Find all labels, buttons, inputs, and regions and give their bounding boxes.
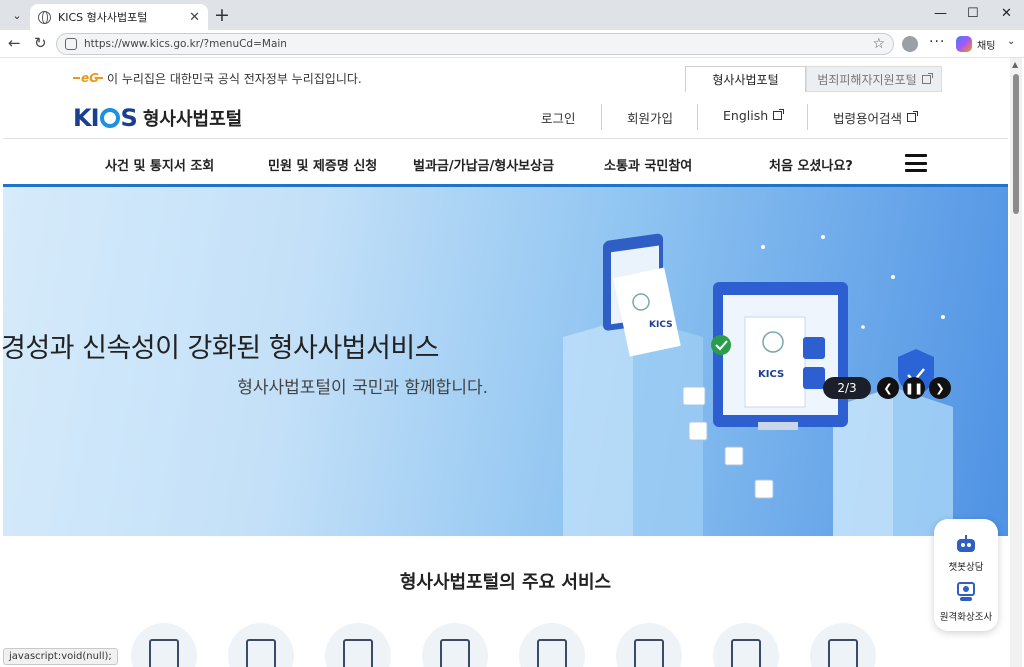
reload-icon[interactable]: ↻ (34, 34, 47, 52)
gov-notice-text: 이 누리집은 대한민국 공식 전자정부 누리집입니다. (107, 72, 362, 86)
hero-title: 경성과 신속성이 강화된 형사사법서비스 (3, 333, 440, 364)
tab-title: KICS 형사사법포털 (58, 11, 148, 24)
browser-tabbar: ⌄ KICS 형사사법포털 ✕ + — ☐ ✕ (0, 0, 1024, 30)
minimize-icon[interactable]: — (934, 6, 947, 21)
header-divider (3, 138, 1008, 139)
status-bar-url: javascript:void(null); (3, 648, 118, 665)
gov-notice-bar: eG 이 누리집은 대한민국 공식 전자정부 누리집입니다. (73, 70, 362, 87)
service-shield-icon[interactable] (810, 623, 876, 667)
legal-terms-link[interactable]: 법령용어검색 (833, 108, 919, 127)
video-call-icon (957, 582, 975, 601)
external-link-icon (921, 72, 933, 84)
gnb-civil-petition[interactable]: 민원 및 제증명 신청 (268, 155, 377, 174)
service-document-icon[interactable] (325, 623, 391, 667)
illustration-logo: KICS (758, 369, 784, 380)
prev-slide-button[interactable]: ❮ (877, 377, 899, 399)
menu-hamburger-icon[interactable] (905, 154, 927, 172)
divider (601, 104, 602, 130)
signup-link[interactable]: 회원가입 (627, 108, 673, 127)
service-certificate-icon[interactable] (422, 623, 488, 667)
login-label: 로그인 (541, 111, 576, 126)
globe-icon (38, 10, 51, 24)
portal-tab-label: 범죄피해자지원포털 (817, 72, 917, 87)
services-title: 형사사법포털의 주요 서비스 (399, 572, 612, 593)
hero-illustration: KICS KICS (563, 233, 953, 536)
browser-address-bar: ← ↻ https://www.kics.go.kr/?menuCd=Main … (0, 30, 1024, 58)
portal-tab-kics[interactable]: 형사사법포털 (685, 66, 806, 92)
pause-slide-button[interactable]: ❚❚ (903, 377, 925, 399)
slide-counter: 2/3 (823, 377, 871, 399)
hero-subtitle: 형사사법포털이 국민과 함께합니다. (237, 378, 488, 398)
chatbot-icon (957, 535, 975, 552)
browser-tab-active[interactable]: KICS 형사사법포털 ✕ (30, 4, 208, 30)
english-link[interactable]: English (723, 108, 785, 123)
english-label: English (723, 108, 769, 123)
login-link[interactable]: 로그인 (541, 108, 576, 127)
maximize-icon[interactable]: ☐ (967, 6, 979, 21)
floating-quick-menu: 챗봇상담 원격화상조사 (934, 519, 998, 631)
profile-avatar-icon[interactable] (902, 36, 918, 52)
page-viewport: eG 이 누리집은 대한민국 공식 전자정부 누리집입니다. 형사사법포털 범죄… (3, 58, 1008, 667)
service-search-icon[interactable] (131, 623, 197, 667)
gnb-first-visit[interactable]: 처음 오셨나요? (769, 155, 853, 174)
tab-list-chevron-icon[interactable]: ⌄ (6, 5, 28, 25)
favorite-star-icon[interactable]: ☆ (872, 36, 885, 52)
gnb-case-lookup[interactable]: 사건 및 통지서 조회 (105, 155, 214, 174)
signup-label: 회원가입 (627, 111, 674, 126)
url-text: https://www.kics.go.kr/?menuCd=Main (84, 38, 287, 50)
portal-tab-label: 형사사법포털 (712, 73, 779, 87)
service-payment-icon[interactable] (616, 623, 682, 667)
new-tab-button[interactable]: + (214, 4, 230, 26)
gov-emblem-icon: eG (73, 71, 103, 86)
back-arrow-icon[interactable]: ← (8, 34, 21, 52)
external-link-icon (773, 109, 785, 120)
page-scrollbar[interactable]: ▲ (1010, 58, 1022, 667)
site-logo[interactable]: KI S 형사사법포털 (73, 104, 242, 132)
url-input[interactable]: https://www.kics.go.kr/?menuCd=Main ☆ (56, 33, 894, 55)
external-link-icon (907, 111, 919, 122)
service-clipboard-icon[interactable] (228, 623, 294, 667)
hero-banner: 경성과 신속성이 강화된 형사사법서비스 형사사법포털이 국민과 함께합니다. … (3, 187, 1008, 536)
gnb-fines[interactable]: 벌과금/가납금/형사보상금 (413, 155, 554, 174)
more-menu-icon[interactable]: ··· (929, 34, 945, 50)
scroll-thumb[interactable] (1013, 74, 1019, 214)
scroll-up-icon[interactable]: ▲ (1012, 60, 1018, 69)
chat-label[interactable]: 채팅 (977, 37, 995, 52)
logo-kics: KI S (73, 104, 138, 132)
gnb-communication[interactable]: 소통과 국민참여 (604, 155, 692, 174)
legal-terms-label: 법령용어검색 (833, 111, 903, 126)
video-investigation-button[interactable]: 원격화상조사 (934, 609, 998, 623)
divider (697, 104, 698, 130)
close-tab-icon[interactable]: ✕ (189, 10, 200, 25)
close-window-icon[interactable]: ✕ (1001, 6, 1012, 21)
service-fine-icon[interactable] (519, 623, 585, 667)
divider (807, 104, 808, 130)
service-edit-icon[interactable] (713, 623, 779, 667)
copilot-icon[interactable] (956, 36, 972, 52)
portal-tab-victim[interactable]: 범죄피해자지원포털 (806, 66, 942, 92)
svg-text:KICS: KICS (649, 320, 673, 330)
logo-name: 형사사법포털 (142, 109, 243, 130)
site-info-icon[interactable] (65, 38, 77, 50)
chatbot-button[interactable]: 챗봇상담 (934, 559, 998, 573)
chevron-down-icon[interactable]: ⌄ (1007, 36, 1015, 47)
next-slide-button[interactable]: ❯ (929, 377, 951, 399)
logo-ring-icon (99, 108, 120, 128)
